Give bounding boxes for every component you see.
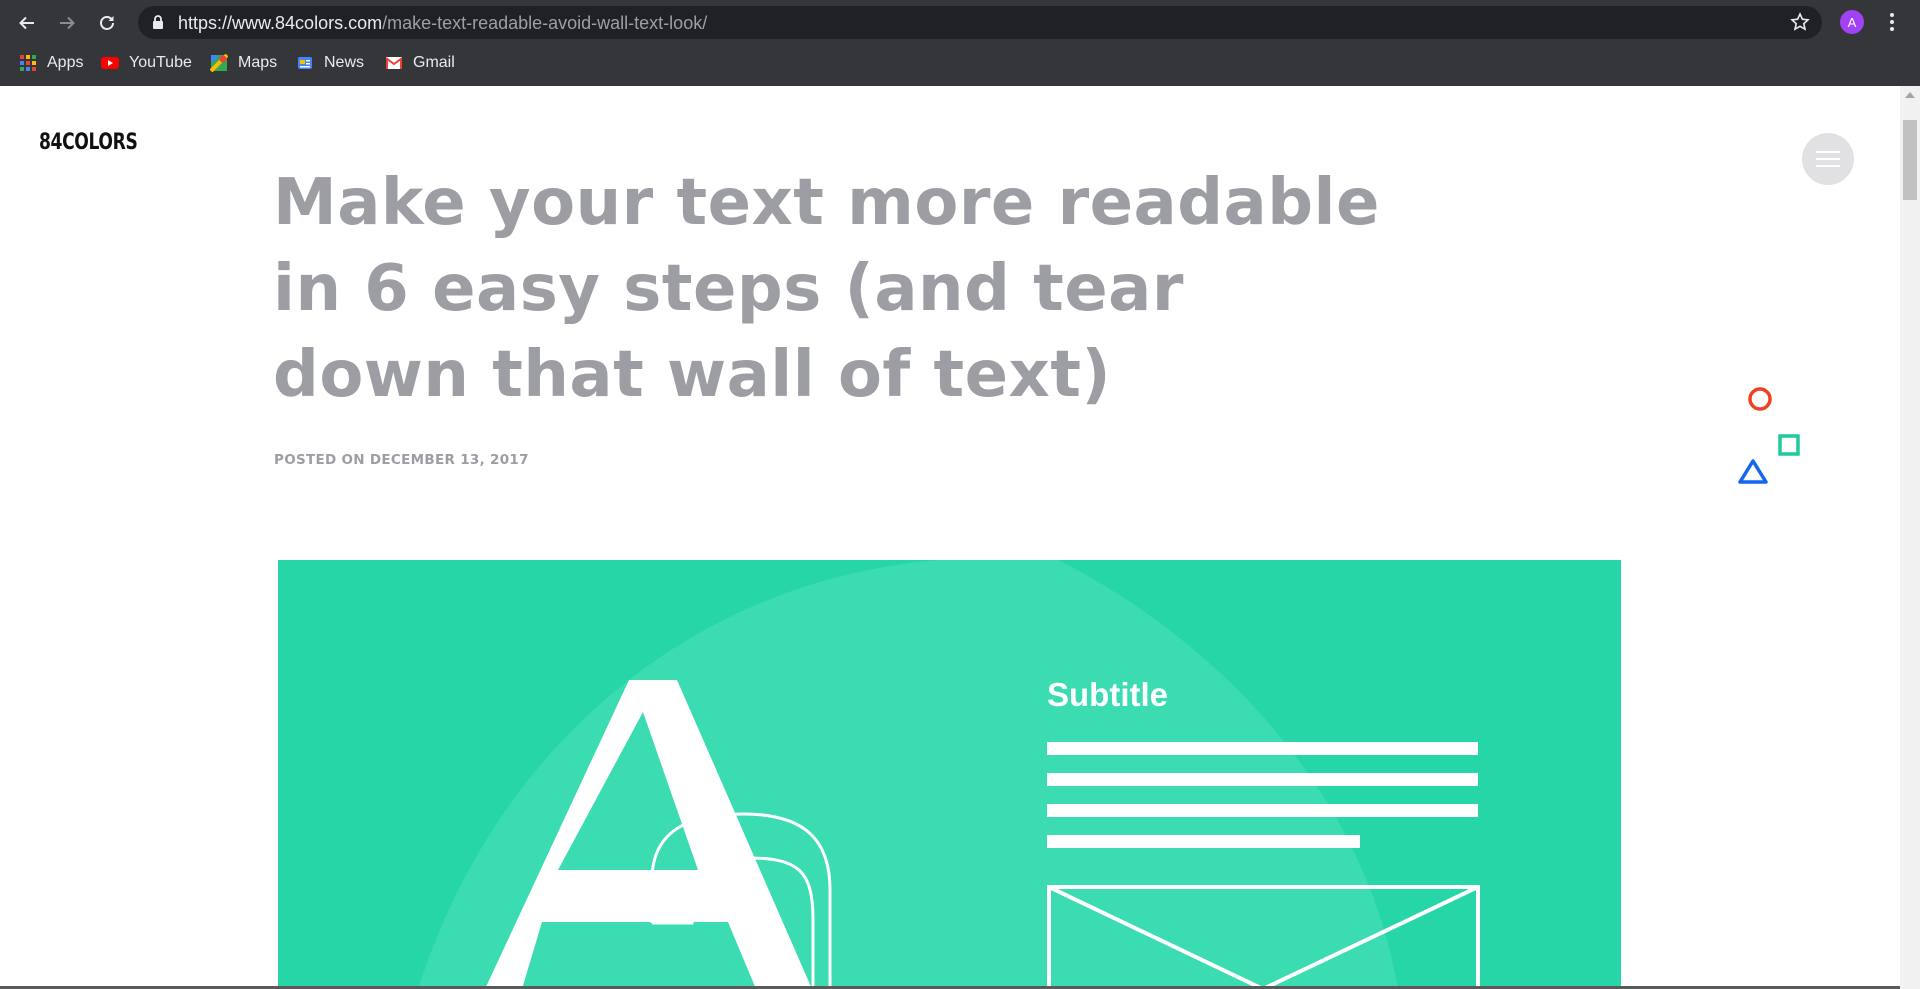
address-bar[interactable]: https://www.84colors.com/make-text-reada… [138,6,1822,39]
bookmark-label: YouTube [129,54,192,71]
hero-subtitle: Subtitle [1047,676,1168,713]
web-page: 84COLORS Make your text more readable in… [0,86,1900,989]
hamburger-menu-icon [1816,151,1840,153]
browser-toolbar: https://www.84colors.com/make-text-reada… [0,0,1920,45]
post-date: POSTED ON DECEMBER 13, 2017 [274,452,529,468]
bookmarks-bar: Apps YouTube Maps News Gmail [0,48,1920,78]
youtube-icon [101,57,119,69]
circle-shape-icon [1748,387,1772,411]
reload-button[interactable] [92,8,122,38]
browser-menu-icon[interactable] [1882,10,1902,34]
news-icon [298,57,312,69]
text-line [1047,773,1478,786]
text-line [1047,835,1360,848]
triangle-shape-icon [1738,459,1768,484]
gmail-icon [385,57,403,69]
back-arrow-icon [19,16,34,30]
text-line [1047,742,1478,755]
bookmark-label: News [324,54,365,71]
menu-button[interactable] [1802,133,1854,185]
scrollbar-thumb[interactable] [1903,120,1917,200]
hamburger-line [1816,158,1840,160]
bookmark-label: Gmail [413,54,455,71]
bookmark-gmail[interactable]: Gmail [385,50,455,76]
forward-arrow-icon [60,16,75,30]
url-text: https://www.84colors.com/make-text-reada… [178,13,708,33]
maps-icon [210,54,228,72]
bookmark-label: Maps [238,54,278,71]
hamburger-line [1816,165,1840,167]
decorative-shapes [1738,387,1800,484]
bookmark-news[interactable]: News [296,50,364,76]
reload-icon [100,16,114,30]
article-title: Make your text more readable in 6 easy s… [273,166,1380,412]
bookmark-star-icon[interactable] [1790,12,1810,32]
back-button[interactable] [12,8,42,38]
bookmark-label: Apps [47,54,84,71]
profile-avatar[interactable]: A [1840,10,1864,34]
lock-icon [153,15,163,29]
typography-illustration [418,560,1480,989]
apps-grid-icon [20,55,36,71]
hero-illustration: Subtitle [278,560,1621,989]
square-shape-icon [1778,434,1800,456]
page-scrollbar[interactable] [1900,86,1920,989]
browser-chrome: https://www.84colors.com/make-text-reada… [0,0,1920,86]
forward-button[interactable] [52,8,82,38]
text-line [1047,804,1478,817]
bookmark-youtube[interactable]: YouTube [101,50,192,76]
site-logo[interactable]: 84COLORS [39,130,138,155]
bookmark-maps[interactable]: Maps [210,50,277,76]
bookmark-apps[interactable]: Apps [19,50,83,76]
scroll-up-arrow-icon[interactable] [1905,92,1915,98]
